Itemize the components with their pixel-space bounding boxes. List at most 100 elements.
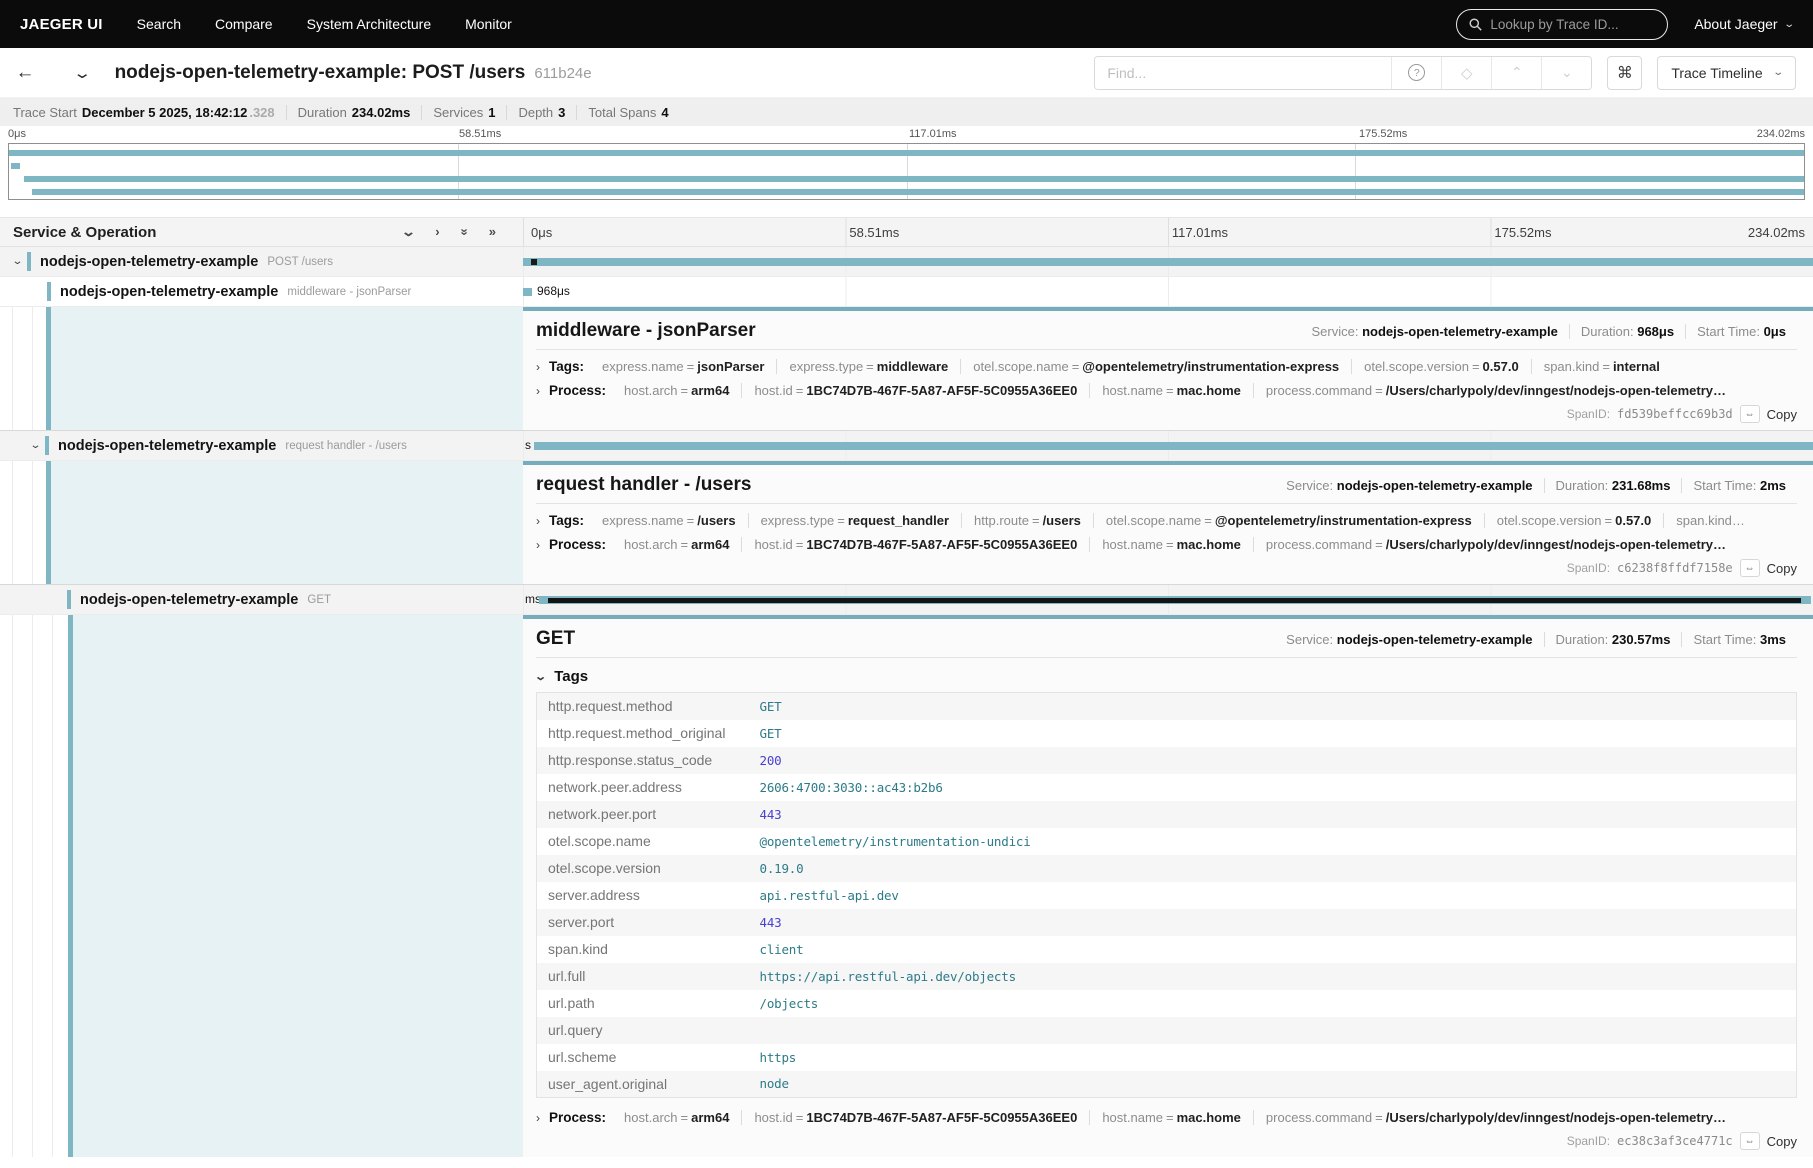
span-detail-row: request handler - /users Service: nodejs… [0,461,1813,585]
tag-value: GET [749,720,1797,747]
nav-item[interactable]: Search [137,16,181,32]
collapse-one-icon[interactable]: ⌄ [401,217,416,247]
process-toggle-row[interactable]: › Process: host.arch=arm64host.id=1BC74D… [536,1110,1797,1125]
span-name-cell: ⌄ nodejs-open-telemetry-example request … [0,431,523,460]
deep-link-button[interactable]: ⇔ [1740,559,1760,577]
trace-summary-bar: Trace StartDecember 5 2025, 18:42:12.328… [0,98,1813,126]
span-bar-cell[interactable] [523,247,1813,276]
trace-lookup-box[interactable] [1456,9,1668,40]
next-match-button[interactable]: ⌄ [1541,57,1591,89]
process-pill: process.command=/Users/charlypoly/dev/in… [1253,383,1738,398]
chevron-down-icon[interactable]: ⌄ [4,256,31,267]
collapse-trace-chevron[interactable]: ⌄ [73,64,92,82]
copy-span-id-button[interactable]: Copy [1767,561,1797,576]
chevron-right-icon: › [536,1111,540,1125]
find-help-button[interactable]: ? [1391,57,1441,89]
chevron-right-icon: › [536,538,540,552]
link-icon: ⇔ [1745,1136,1755,1147]
tag-pill: otel.scope.name=@opentelemetry/instrumen… [1093,513,1484,528]
process-toggle-row[interactable]: › Process: host.arch=arm64host.id=1BC74D… [536,383,1797,398]
minimap-span-bar [32,189,1804,195]
tag-value: 200 [749,747,1797,774]
tags-table: http.request.methodGEThttp.request.metho… [536,692,1797,1098]
app-brand[interactable]: JAEGER UI [20,16,103,33]
tag-table-row: network.peer.port443 [537,801,1797,828]
tag-value: GET [749,693,1797,720]
span-duration-bar [534,442,1813,450]
nav-item[interactable]: System Architecture [307,16,432,32]
tag-value: https://api.restful-api.dev/objects [749,963,1797,990]
span-duration-bar [523,258,1813,266]
expand-all-icon[interactable]: » [489,217,496,247]
tags-label: Tags: [549,359,584,374]
deep-link-button[interactable]: ⇔ [1740,405,1760,423]
span-service: nodejs-open-telemetry-example [58,438,276,454]
span-row-post-users[interactable]: ⌄ nodejs-open-telemetry-example POST /us… [0,247,1813,277]
prev-match-button[interactable]: ⌃ [1491,57,1541,89]
tag-table-row: url.schemehttps [537,1044,1797,1071]
tag-pill: span.kind… [1663,513,1757,528]
span-row-get[interactable]: nodejs-open-telemetry-example GET ms [0,585,1813,615]
expand-one-icon[interactable]: › [435,217,439,247]
span-detail-meta: Service: nodejs-open-telemetry-example D… [1275,632,1797,647]
process-pill: host.id=1BC74D7B-467F-5A87-AF5F-5C0955A3… [741,537,1089,552]
minimap-tick-labels: 0μs 58.51ms 117.01ms 175.52ms 234.02ms [0,126,1813,143]
selected-span-indent [46,307,523,430]
tag-key: url.query [537,1017,749,1044]
search-icon [1469,18,1482,31]
timeline-ruler: 0μs 58.51ms 117.01ms 175.52ms 234.02ms [523,218,1813,246]
trace-lookup-input[interactable] [1490,17,1655,32]
span-id-row: SpanID: ec38c3af3ce4771c ⇔ Copy [536,1132,1797,1150]
chevron-down-icon[interactable]: ⌄ [22,440,49,451]
tag-table-row: http.request.method_originalGET [537,720,1797,747]
find-input[interactable] [1095,57,1391,89]
focus-match-button[interactable]: ◇ [1441,57,1491,89]
collapse-all-icon[interactable]: » [449,228,479,235]
back-button[interactable]: ← [0,48,50,97]
copy-span-id-button[interactable]: Copy [1767,1134,1797,1149]
chevron-right-icon: › [536,360,540,374]
span-detail-meta: Service: nodejs-open-telemetry-example D… [1300,324,1797,339]
nav-item[interactable]: Monitor [465,16,512,32]
span-bar-cell[interactable]: ms [523,585,1813,614]
trace-view-select[interactable]: Trace Timeline ⌄ [1657,56,1796,90]
shortcuts-button[interactable]: ⌘ [1607,56,1642,90]
link-icon: ⇔ [1745,563,1755,574]
minimap-tick: 175.52ms [1359,128,1407,140]
ruler-tick: 58.51ms [849,218,899,248]
span-detail-panel: middleware - jsonParser Service: nodejs-… [523,307,1813,430]
tag-key: http.request.method [537,693,749,720]
minimap-tick: 58.51ms [459,128,501,140]
span-color-bar [67,590,71,609]
tags-toggle-row[interactable]: › Tags: express.name=/usersexpress.type=… [536,513,1797,528]
trace-id-short: 611b24e [534,65,591,82]
process-toggle-row[interactable]: › Process: host.arch=arm64host.id=1BC74D… [536,537,1797,552]
spacer [0,200,1813,217]
copy-span-id-button[interactable]: Copy [1767,407,1797,422]
tag-key: otel.scope.version [537,855,749,882]
span-bar-cell[interactable]: s [523,431,1813,460]
tag-value: client [749,936,1797,963]
span-detail-panel: GET Service: nodejs-open-telemetry-examp… [523,615,1813,1157]
trace-view-label: Trace Timeline [1671,65,1762,81]
about-jaeger-menu[interactable]: About Jaeger ⌄ [1694,16,1793,32]
process-pill: host.arch=arm64 [612,383,741,398]
tags-toggle-row[interactable]: › Tags: express.name=jsonParserexpress.t… [536,359,1797,374]
chevron-right-icon: › [536,384,540,398]
span-id-row: SpanID: c6238f8ffdf7158e ⇔ Copy [536,559,1797,577]
deep-link-button[interactable]: ⇔ [1740,1132,1760,1150]
service-operation-header: Service & Operation ⌄ › » » [0,218,523,246]
ruler-tick: 117.01ms [1172,218,1228,248]
nav-items: Search Compare System Architecture Monitor [137,16,512,32]
minimap-span-bar [11,163,20,169]
command-icon: ⌘ [1617,65,1633,82]
span-row-request-handler[interactable]: ⌄ nodejs-open-telemetry-example request … [0,431,1813,461]
timeline-minimap[interactable] [8,143,1805,200]
question-circle-icon: ? [1408,64,1425,81]
trace-services: Services1 [421,105,506,120]
tags-section-toggle[interactable]: ⌄ Tags [536,668,1797,685]
process-label: Process: [549,537,606,552]
span-row-middleware-jsonparser[interactable]: nodejs-open-telemetry-example middleware… [0,277,1813,307]
span-bar-cell[interactable]: 968μs [523,277,1813,306]
nav-item[interactable]: Compare [215,16,273,32]
